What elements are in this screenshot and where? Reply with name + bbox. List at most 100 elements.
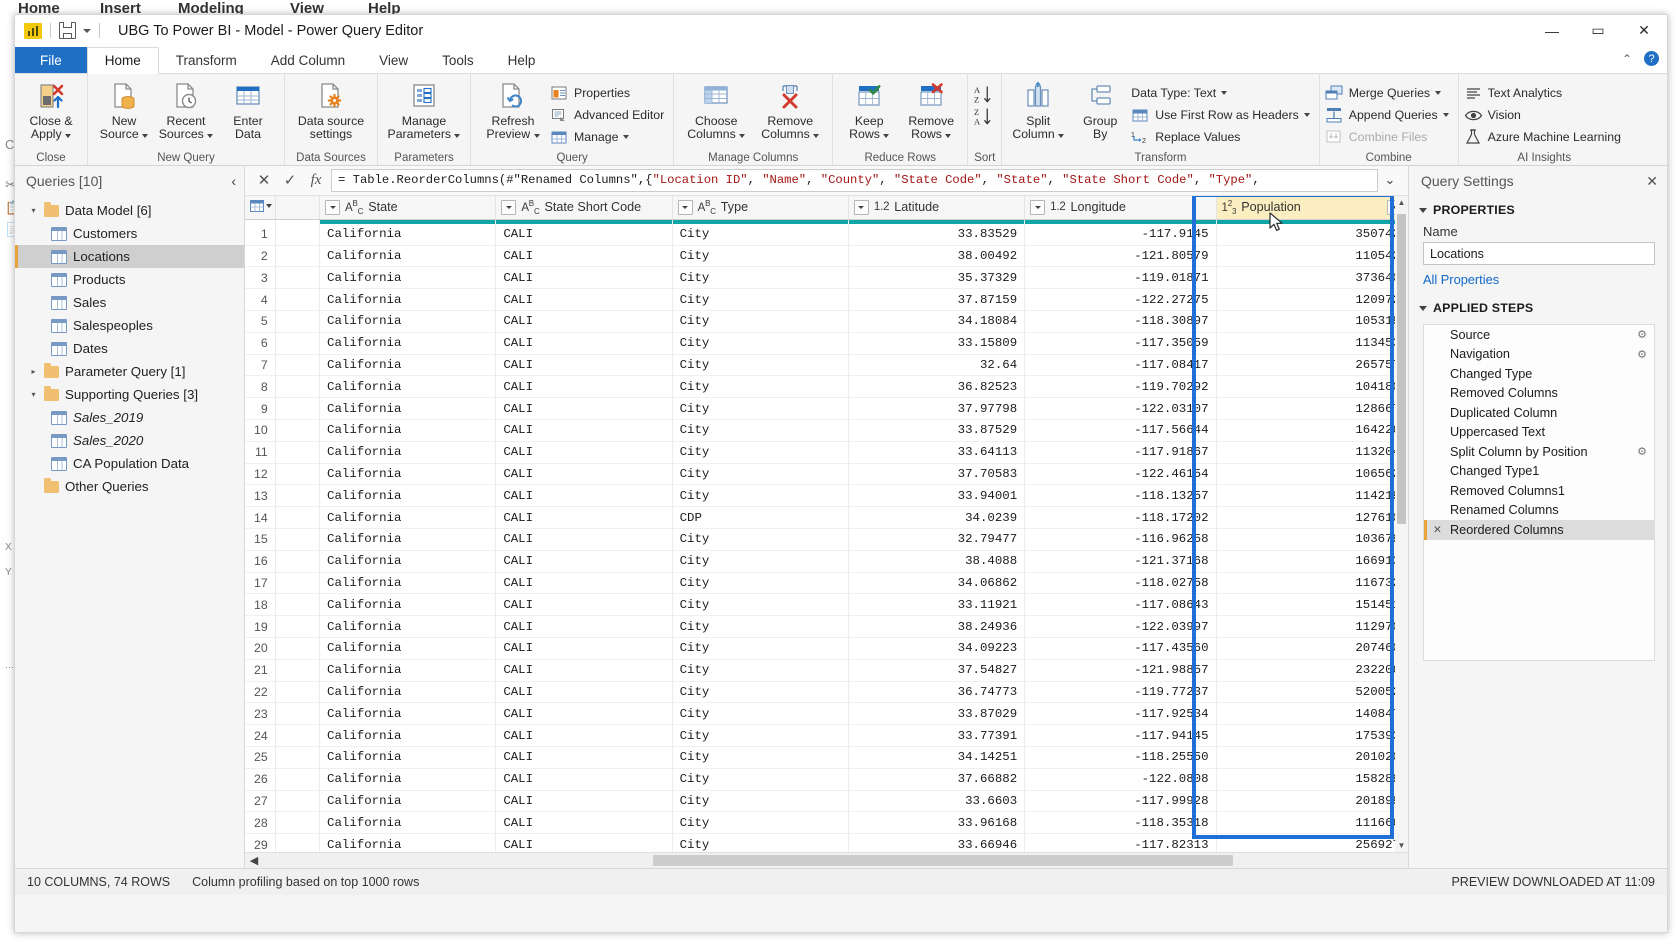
row-blank-cell[interactable] <box>275 550 321 573</box>
applied-step-renamed-columns[interactable]: Renamed Columns <box>1424 501 1654 521</box>
cell-population[interactable]: 201020 <box>1216 746 1408 769</box>
cell-type[interactable]: City <box>672 484 849 508</box>
cell-population[interactable]: 232206 <box>1216 659 1408 682</box>
row-number-cell[interactable]: 9 <box>245 397 276 421</box>
cell-state-short-code[interactable]: CALI <box>495 572 673 595</box>
help-icon[interactable]: ? <box>1644 51 1659 66</box>
cell-state-short-code[interactable]: CALI <box>495 332 673 355</box>
cell-state[interactable]: California <box>319 310 497 333</box>
table-row[interactable]: 8 California CALI City 36.82523 -119.70292 104… <box>245 375 1408 399</box>
cell-state-short-code[interactable]: CALI <box>495 375 673 399</box>
row-blank-cell[interactable] <box>275 375 321 399</box>
sort-ascending-button[interactable]: A Z <box>973 84 996 106</box>
cell-population[interactable]: 166913 <box>1216 550 1408 573</box>
row-number-cell[interactable]: 29 <box>245 833 276 852</box>
cell-state[interactable]: California <box>319 724 497 747</box>
cell-type[interactable]: City <box>672 702 849 726</box>
column-header-longitude[interactable]: 1.2 Longitude <box>1024 195 1217 220</box>
cell-population[interactable]: 207460 <box>1216 637 1408 660</box>
table-row[interactable]: 17 California CALI City 34.06862 -118.02758 11… <box>245 572 1408 595</box>
row-blank-cell[interactable] <box>275 790 321 813</box>
keep-rows-caret-icon[interactable] <box>883 133 890 138</box>
cell-type[interactable]: City <box>672 724 849 747</box>
cell-state-short-code[interactable]: CALI <box>495 615 673 638</box>
applied-step-changed-type1[interactable]: Changed Type1 <box>1424 462 1654 482</box>
cell-type[interactable]: City <box>672 550 849 573</box>
cell-latitude[interactable]: 33.87529 <box>848 419 1026 442</box>
merge-queries-button[interactable]: Merge Queries <box>1325 82 1453 104</box>
expander-icon[interactable]: ▾ <box>29 390 38 399</box>
filter-icon[interactable] <box>501 199 517 215</box>
row-number-cell[interactable]: 7 <box>245 354 276 377</box>
cell-population[interactable]: 112970 <box>1216 615 1408 638</box>
keep-rows-button[interactable]: Keep Rows <box>838 79 900 140</box>
table-row[interactable]: 13 California CALI City 33.94001 -118.13257 11… <box>245 484 1408 508</box>
cell-latitude[interactable]: 38.4088 <box>848 550 1026 573</box>
cell-state[interactable]: California <box>319 375 497 399</box>
cell-longitude[interactable]: -121.37168 <box>1024 550 1217 573</box>
cell-latitude[interactable]: 33.83529 <box>848 223 1026 246</box>
row-blank-cell[interactable] <box>275 593 321 617</box>
cell-population[interactable]: 106562 <box>1216 463 1408 486</box>
cell-state-short-code[interactable]: CALI <box>495 768 673 791</box>
table-row[interactable]: 1 California CALI City 33.83529 -117.9145 3507… <box>245 223 1408 246</box>
cell-state-short-code[interactable]: CALI <box>495 659 673 682</box>
cell-type[interactable]: City <box>672 441 849 464</box>
cell-longitude[interactable]: -117.94145 <box>1024 724 1217 747</box>
cell-state[interactable]: California <box>319 790 497 813</box>
replace-values-button[interactable]: 1 2 Replace Values <box>1131 126 1314 148</box>
column-header-latitude[interactable]: 1.2 Latitude <box>848 195 1026 220</box>
table-row[interactable]: 29 California CALI City 33.66946 -117.82313 25… <box>245 833 1408 852</box>
query-folder-other-queries[interactable]: Other Queries <box>15 475 244 498</box>
cell-type[interactable]: City <box>672 463 849 486</box>
cell-state[interactable]: California <box>319 397 497 421</box>
table-row[interactable]: 20 California CALI City 34.09223 -117.43560 20… <box>245 637 1408 660</box>
row-blank-cell[interactable] <box>275 833 321 852</box>
table-row[interactable]: 24 California CALI City 33.77391 -117.94145 17… <box>245 724 1408 747</box>
cell-longitude[interactable]: -119.77237 <box>1024 681 1217 704</box>
applied-step-uppercased-text[interactable]: Uppercased Text <box>1424 423 1654 443</box>
cell-state-short-code[interactable]: CALI <box>495 593 673 617</box>
cell-state-short-code[interactable]: CALI <box>495 419 673 442</box>
cell-longitude[interactable]: -122.27275 <box>1024 288 1217 312</box>
cell-state[interactable]: California <box>319 833 497 852</box>
row-number-cell[interactable]: 18 <box>245 593 276 617</box>
row-blank-cell[interactable] <box>275 419 321 442</box>
cell-type[interactable]: City <box>672 768 849 791</box>
query-item-customers[interactable]: Customers <box>15 222 244 245</box>
properties-section-header[interactable]: PROPERTIES <box>1409 196 1667 222</box>
cell-longitude[interactable]: -117.91867 <box>1024 441 1217 464</box>
table-row[interactable]: 5 California CALI City 34.18084 -118.30897 105… <box>245 310 1408 333</box>
cell-type[interactable]: City <box>672 354 849 377</box>
table-row[interactable]: 11 California CALI City 33.64113 -117.91867 11… <box>245 441 1408 464</box>
row-number-cell[interactable]: 16 <box>245 550 276 573</box>
cell-type[interactable]: City <box>672 266 849 290</box>
filter-icon[interactable] <box>1030 199 1046 215</box>
query-item-sales[interactable]: Sales <box>15 291 244 314</box>
cell-longitude[interactable]: -122.46154 <box>1024 463 1217 486</box>
delete-step-icon[interactable]: ✕ <box>1433 524 1442 536</box>
group-by-button[interactable]: Group By <box>1069 79 1131 140</box>
column-header-state[interactable]: ABC State <box>319 195 497 220</box>
cell-state-short-code[interactable]: CALI <box>495 506 673 529</box>
cell-state[interactable]: California <box>319 811 497 835</box>
query-item-products[interactable]: Products <box>15 268 244 291</box>
all-properties-link[interactable]: All Properties <box>1409 265 1667 289</box>
row-blank-cell[interactable] <box>275 702 321 726</box>
new-source-button[interactable]: New Source <box>93 79 155 140</box>
cell-longitude[interactable]: -121.80579 <box>1024 245 1217 268</box>
cell-state[interactable]: California <box>319 484 497 508</box>
cell-longitude[interactable]: -117.43560 <box>1024 637 1217 660</box>
row-number-cell[interactable]: 22 <box>245 681 276 704</box>
row-number-cell[interactable]: 11 <box>245 441 276 464</box>
query-item-dates[interactable]: Dates <box>15 337 244 360</box>
cell-state[interactable]: California <box>319 746 497 769</box>
cell-state-short-code[interactable]: CALI <box>495 484 673 508</box>
query-item-ca-population-data[interactable]: CA Population Data <box>15 452 244 475</box>
cell-state-short-code[interactable]: CALI <box>495 724 673 747</box>
row-number-cell[interactable]: 3 <box>245 266 276 290</box>
cell-type[interactable]: City <box>672 223 849 246</box>
cell-type[interactable]: City <box>672 375 849 399</box>
row-blank-cell[interactable] <box>275 811 321 835</box>
cell-state-short-code[interactable]: CALI <box>495 397 673 421</box>
